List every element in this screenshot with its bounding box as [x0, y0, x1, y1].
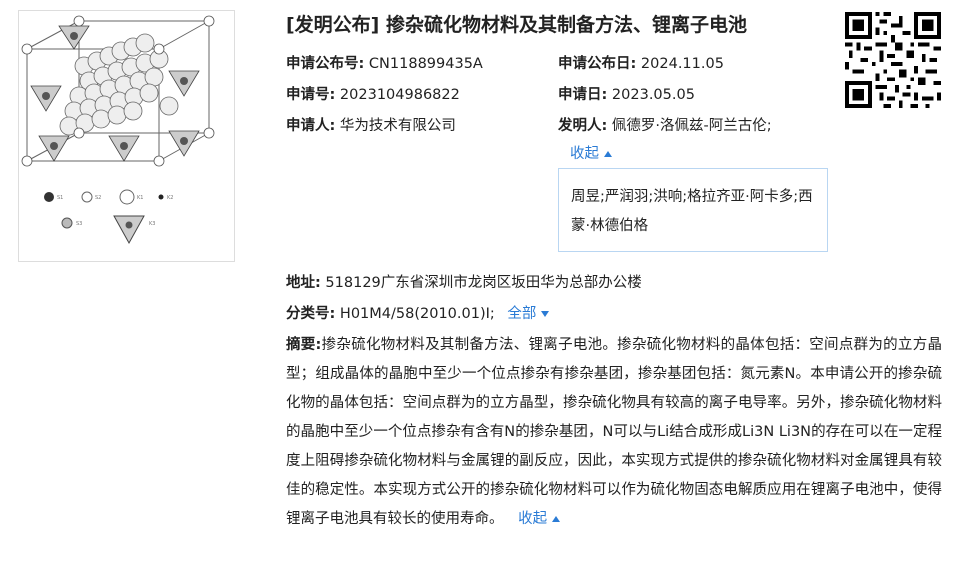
caret-up-icon: [604, 151, 612, 157]
abstract-text: 掺杂硫化物材料及其制备方法、锂离子电池。掺杂硫化物材料的晶体包括：空间点群为的立…: [286, 337, 942, 527]
pub-date-row: 申请公布日: 2024.11.05: [558, 52, 724, 73]
svg-text:S1: S1: [57, 195, 63, 201]
inventor-value: 佩德罗·洛佩兹-阿兰古伦;: [611, 118, 772, 134]
address-row: 地址: 518129广东省深圳市龙岗区坂田华为总部办公楼: [286, 271, 642, 292]
pub-no-value: CN118899435A: [368, 56, 483, 72]
collapse-link-label[interactable]: 收起: [570, 146, 599, 162]
app-date-row: 申请日: 2023.05.05: [558, 83, 695, 104]
qr-code-icon: [845, 12, 941, 108]
class-label: 分类号:: [286, 306, 336, 322]
patent-title: [发明公布] 掺杂硫化物材料及其制备方法、锂离子电池: [286, 14, 747, 36]
class-all-link[interactable]: 全部: [507, 306, 536, 322]
class-row: 分类号: H01M4/58(2010.01)I; 全部: [286, 302, 550, 323]
pub-date-label: 申请公布日:: [558, 56, 637, 72]
svg-text:K3: K3: [149, 221, 155, 227]
applicant-row: 申请人: 华为技术有限公司: [286, 114, 456, 135]
inventor-more-popup: 周昱;严润羽;洪响;格拉齐亚·阿卡多;西蒙·林德伯格: [558, 168, 828, 252]
address-label: 地址:: [286, 275, 321, 291]
inventor-collapse-link[interactable]: 收起: [570, 142, 612, 163]
svg-text:K1: K1: [137, 195, 143, 201]
app-no-label: 申请号:: [286, 87, 336, 103]
svg-text:S3: S3: [76, 221, 82, 227]
caret-up-icon: [552, 516, 561, 522]
pub-no-label: 申请公布号:: [286, 56, 365, 72]
pub-date-value: 2024.11.05: [640, 56, 724, 72]
address-value: 518129广东省深圳市龙岗区坂田华为总部办公楼: [325, 275, 642, 291]
pub-no-row: 申请公布号: CN118899435A: [286, 52, 483, 73]
class-value: H01M4/58(2010.01)I;: [339, 306, 495, 322]
svg-text:S2: S2: [95, 195, 101, 201]
caret-down-icon: [541, 311, 550, 317]
svg-text:K2: K2: [167, 195, 173, 201]
crystal-structure-drawing: S1 S2 K1 K2 S3 K3: [21, 15, 215, 245]
app-no-value: 2023104986822: [339, 87, 460, 103]
inventor-more-text: 周昱;严润羽;洪响;格拉齐亚·阿卡多;西蒙·林德伯格: [571, 189, 813, 234]
abstract-block: 摘要:掺杂硫化物材料及其制备方法、锂离子电池。掺杂硫化物材料的晶体包括：空间点群…: [286, 331, 942, 534]
inventor-label: 发明人:: [558, 118, 608, 134]
app-date-label: 申请日:: [558, 87, 608, 103]
applicant-value: 华为技术有限公司: [339, 118, 456, 134]
app-date-value: 2023.05.05: [611, 87, 695, 103]
applicant-label: 申请人:: [286, 118, 336, 134]
app-no-row: 申请号: 2023104986822: [286, 83, 460, 104]
patent-figure[interactable]: S1 S2 K1 K2 S3 K3: [18, 10, 235, 262]
abstract-collapse-link[interactable]: 收起: [518, 511, 547, 527]
abstract-label: 摘要:: [286, 337, 322, 353]
inventor-row: 发明人: 佩德罗·洛佩兹-阿兰古伦;: [558, 114, 772, 135]
